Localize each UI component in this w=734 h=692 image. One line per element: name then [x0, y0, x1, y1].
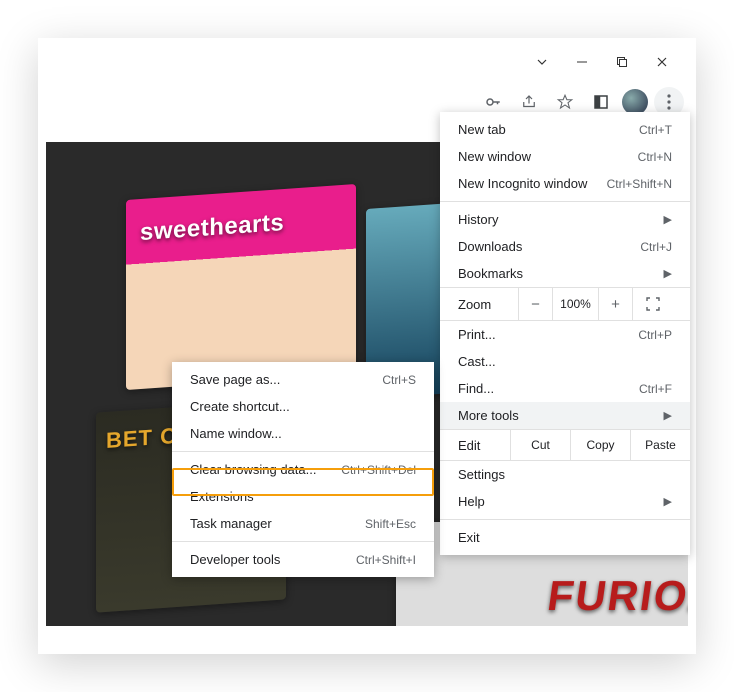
- menu-label: Bookmarks: [458, 266, 523, 281]
- menu-bookmarks[interactable]: Bookmarks ▶: [440, 260, 690, 287]
- cut-button[interactable]: Cut: [510, 429, 570, 461]
- submenu-clear-data[interactable]: Clear browsing data... Ctrl+Shift+Del: [172, 456, 434, 483]
- menu-print[interactable]: Print... Ctrl+P: [440, 321, 690, 348]
- submenu-developer-tools[interactable]: Developer tools Ctrl+Shift+I: [172, 546, 434, 573]
- menu-new-window[interactable]: New window Ctrl+N: [440, 143, 690, 170]
- paste-button[interactable]: Paste: [630, 429, 690, 461]
- submenu-task-manager[interactable]: Task manager Shift+Esc: [172, 510, 434, 537]
- copy-button[interactable]: Copy: [570, 429, 630, 461]
- zoom-percent: 100%: [552, 287, 598, 321]
- menu-find[interactable]: Find... Ctrl+F: [440, 375, 690, 402]
- maximize-button[interactable]: [602, 46, 642, 78]
- menu-help[interactable]: Help ▶: [440, 488, 690, 515]
- submenu-save-page[interactable]: Save page as... Ctrl+S: [172, 366, 434, 393]
- menu-label: Developer tools: [190, 552, 280, 567]
- menu-shortcut: Shift+Esc: [365, 517, 416, 531]
- menu-label: New window: [458, 149, 531, 164]
- menu-downloads[interactable]: Downloads Ctrl+J: [440, 233, 690, 260]
- zoom-in-button[interactable]: +: [598, 287, 632, 321]
- menu-label: Save page as...: [190, 372, 280, 387]
- menu-more-tools[interactable]: More tools ▶: [440, 402, 690, 429]
- submenu-arrow-icon: ▶: [664, 495, 672, 508]
- thumbnail-label: FURIOZ: [544, 572, 688, 620]
- window-controls: [522, 46, 682, 78]
- close-button[interactable]: [642, 46, 682, 78]
- menu-shortcut: Ctrl+Shift+I: [356, 553, 416, 567]
- fullscreen-button[interactable]: [632, 287, 672, 321]
- menu-exit[interactable]: Exit: [440, 524, 690, 551]
- menu-label: Name window...: [190, 426, 282, 441]
- menu-settings[interactable]: Settings: [440, 461, 690, 488]
- menu-label: Downloads: [458, 239, 522, 254]
- thumbnail-sweethearts: sweethearts: [126, 184, 356, 390]
- zoom-label: Zoom: [458, 297, 518, 312]
- menu-new-tab[interactable]: New tab Ctrl+T: [440, 116, 690, 143]
- thumbnail-label: sweethearts: [140, 209, 284, 247]
- menu-separator: [440, 519, 690, 520]
- menu-edit-row: Edit Cut Copy Paste: [440, 429, 690, 461]
- menu-label: Find...: [458, 381, 494, 396]
- menu-history[interactable]: History ▶: [440, 206, 690, 233]
- minimize-button[interactable]: [562, 46, 602, 78]
- menu-label: Create shortcut...: [190, 399, 290, 414]
- menu-separator: [172, 541, 434, 542]
- menu-zoom-row: Zoom − 100% +: [440, 287, 690, 321]
- menu-shortcut: Ctrl+F: [639, 382, 672, 396]
- menu-label: Help: [458, 494, 485, 509]
- submenu-create-shortcut[interactable]: Create shortcut...: [172, 393, 434, 420]
- submenu-arrow-icon: ▶: [664, 409, 672, 422]
- edit-label: Edit: [458, 438, 510, 453]
- menu-cast[interactable]: Cast...: [440, 348, 690, 375]
- menu-shortcut: Ctrl+J: [640, 240, 672, 254]
- menu-label: History: [458, 212, 498, 227]
- menu-label: Print...: [458, 327, 496, 342]
- menu-label: Cast...: [458, 354, 496, 369]
- menu-shortcut: Ctrl+Shift+Del: [341, 463, 416, 477]
- menu-label: More tools: [458, 408, 519, 423]
- menu-separator: [172, 451, 434, 452]
- menu-label: Extensions: [190, 489, 254, 504]
- menu-separator: [440, 201, 690, 202]
- more-tools-submenu: Save page as... Ctrl+S Create shortcut..…: [172, 362, 434, 577]
- main-menu: New tab Ctrl+T New window Ctrl+N New Inc…: [440, 112, 690, 555]
- menu-label: Settings: [458, 467, 505, 482]
- submenu-name-window[interactable]: Name window...: [172, 420, 434, 447]
- menu-label: Task manager: [190, 516, 272, 531]
- menu-new-incognito[interactable]: New Incognito window Ctrl+Shift+N: [440, 170, 690, 197]
- zoom-out-button[interactable]: −: [518, 287, 552, 321]
- menu-shortcut: Ctrl+Shift+N: [607, 177, 672, 191]
- chevron-down-icon[interactable]: [522, 46, 562, 78]
- menu-label: Clear browsing data...: [190, 462, 316, 477]
- menu-shortcut: Ctrl+T: [639, 123, 672, 137]
- menu-shortcut: Ctrl+S: [382, 373, 416, 387]
- submenu-arrow-icon: ▶: [664, 213, 672, 226]
- submenu-extensions[interactable]: Extensions: [172, 483, 434, 510]
- menu-label: New Incognito window: [458, 176, 587, 191]
- menu-label: New tab: [458, 122, 506, 137]
- menu-shortcut: Ctrl+N: [638, 150, 672, 164]
- submenu-arrow-icon: ▶: [664, 267, 672, 280]
- menu-label: Exit: [458, 530, 480, 545]
- menu-shortcut: Ctrl+P: [638, 328, 672, 342]
